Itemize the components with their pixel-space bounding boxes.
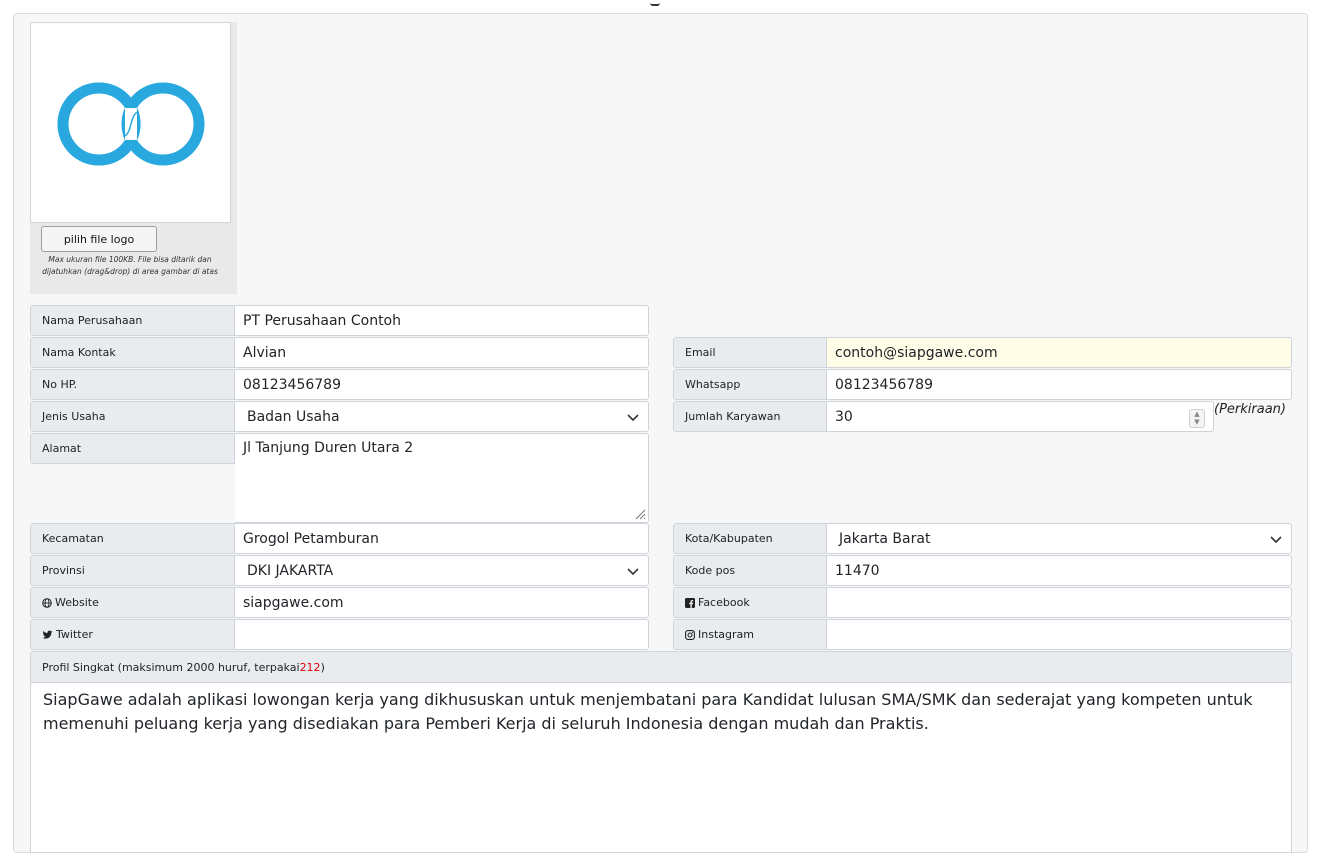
jenis-usaha-value: Badan Usaha [247, 408, 340, 425]
label-instagram-text: Instagram [698, 628, 754, 641]
profil-label-prefix: Profil Singkat (maksimum 2000 huruf, ter… [42, 660, 300, 674]
row-twitter: Twitter [30, 619, 649, 650]
label-website-text: Website [55, 596, 99, 609]
label-alamat: Alamat [30, 433, 235, 464]
kota-select[interactable]: Jakarta Barat [827, 523, 1292, 554]
no-hp-input[interactable]: 08123456789 [235, 369, 649, 400]
row-facebook: Facebook [673, 587, 1292, 618]
label-nama-perusahaan: Nama Perusahaan [30, 305, 235, 336]
label-kota: Kota/Kabupaten [673, 523, 827, 554]
twitter-input[interactable] [235, 619, 649, 650]
profil-singkat-textarea[interactable]: SiapGawe adalah aplikasi lowongan kerja … [30, 683, 1292, 853]
label-nama-kontak: Nama Kontak [30, 337, 235, 368]
jenis-usaha-select[interactable]: Badan Usaha [235, 401, 649, 432]
facebook-icon [685, 597, 695, 608]
choose-logo-file-button[interactable]: pilih file logo [41, 226, 157, 252]
provinsi-value: DKI JAKARTA [247, 562, 334, 579]
jumlah-karyawan-note: (Perkiraan) [1214, 402, 1286, 417]
label-website: Website [30, 587, 235, 618]
kecamatan-input[interactable]: Grogol Petamburan [235, 523, 649, 554]
row-kode-pos: Kode pos 11470 [673, 555, 1292, 586]
number-spinner[interactable]: ▲ ▼ [1189, 409, 1205, 428]
row-instagram: Instagram [673, 619, 1292, 650]
row-jumlah-karyawan: Jumlah Karyawan 30 ▲ ▼ [673, 401, 1214, 432]
row-jenis-usaha: Jenis Usaha Badan Usaha [30, 401, 649, 432]
kota-value: Jakarta Barat [839, 530, 931, 547]
label-no-hp: No HP. [30, 369, 235, 400]
nama-perusahaan-input[interactable]: PT Perusahaan Contoh [235, 305, 649, 336]
jumlah-karyawan-value: 30 [835, 408, 853, 425]
label-facebook-text: Facebook [698, 596, 750, 609]
label-whatsapp: Whatsapp [673, 369, 827, 400]
logo-upload-area[interactable]: pilih file logo Max ukuran file 100KB. F… [30, 22, 237, 294]
kode-pos-input[interactable]: 11470 [827, 555, 1292, 586]
instagram-input[interactable] [827, 619, 1292, 650]
label-instagram: Instagram [673, 619, 827, 650]
label-facebook: Facebook [673, 587, 827, 618]
jumlah-karyawan-input[interactable]: 30 ▲ ▼ [827, 401, 1214, 432]
whatsapp-input[interactable]: 08123456789 [827, 369, 1292, 400]
resize-handle-icon[interactable] [634, 508, 646, 520]
row-kota: Kota/Kabupaten Jakarta Barat [673, 523, 1292, 554]
website-input[interactable]: siapgawe.com [235, 587, 649, 618]
provinsi-select[interactable]: DKI JAKARTA [235, 555, 649, 586]
row-no-hp: No HP. 08123456789 [30, 369, 649, 400]
chevron-down-icon [1270, 535, 1282, 543]
row-website: Website siapgawe.com [30, 587, 649, 618]
profil-label-suffix: ) [320, 660, 325, 674]
nama-kontak-input[interactable]: Alvian [235, 337, 649, 368]
profil-singkat-label: Profil Singkat (maksimum 2000 huruf, ter… [30, 651, 1292, 683]
alamat-value: Jl Tanjung Duren Utara 2 [243, 440, 414, 456]
label-jumlah-karyawan: Jumlah Karyawan [673, 401, 827, 432]
row-nama-kontak: Nama Kontak Alvian [30, 337, 649, 368]
label-twitter-text: Twitter [56, 628, 93, 641]
globe-icon [42, 597, 52, 608]
profil-char-count: 212 [299, 660, 321, 674]
company-logo-icon [57, 82, 205, 166]
row-alamat: Alamat Jl Tanjung Duren Utara 2 [30, 433, 649, 523]
email-input[interactable]: contoh@siapgawe.com [827, 337, 1292, 368]
label-jenis-usaha: Jenis Usaha [30, 401, 235, 432]
facebook-input[interactable] [827, 587, 1292, 618]
logo-upload-hint: Max ukuran file 100KB. File bisa ditarik… [42, 255, 218, 276]
label-provinsi: Provinsi [30, 555, 235, 586]
row-provinsi: Provinsi DKI JAKARTA [30, 555, 649, 586]
label-kecamatan: Kecamatan [30, 523, 235, 554]
alamat-textarea[interactable]: Jl Tanjung Duren Utara 2 [235, 433, 649, 523]
instagram-icon [685, 629, 695, 640]
chevron-down-icon [627, 567, 639, 575]
page-heading-fragment [650, 0, 660, 6]
twitter-icon [42, 630, 53, 639]
row-nama-perusahaan: Nama Perusahaan PT Perusahaan Contoh [30, 305, 649, 336]
row-whatsapp: Whatsapp 08123456789 [673, 369, 1292, 400]
row-kecamatan: Kecamatan Grogol Petamburan [30, 523, 649, 554]
label-kode-pos: Kode pos [673, 555, 827, 586]
row-email: Email contoh@siapgawe.com [673, 337, 1292, 368]
logo-preview[interactable] [30, 22, 231, 223]
label-email: Email [673, 337, 827, 368]
chevron-down-icon [627, 413, 639, 421]
label-twitter: Twitter [30, 619, 235, 650]
